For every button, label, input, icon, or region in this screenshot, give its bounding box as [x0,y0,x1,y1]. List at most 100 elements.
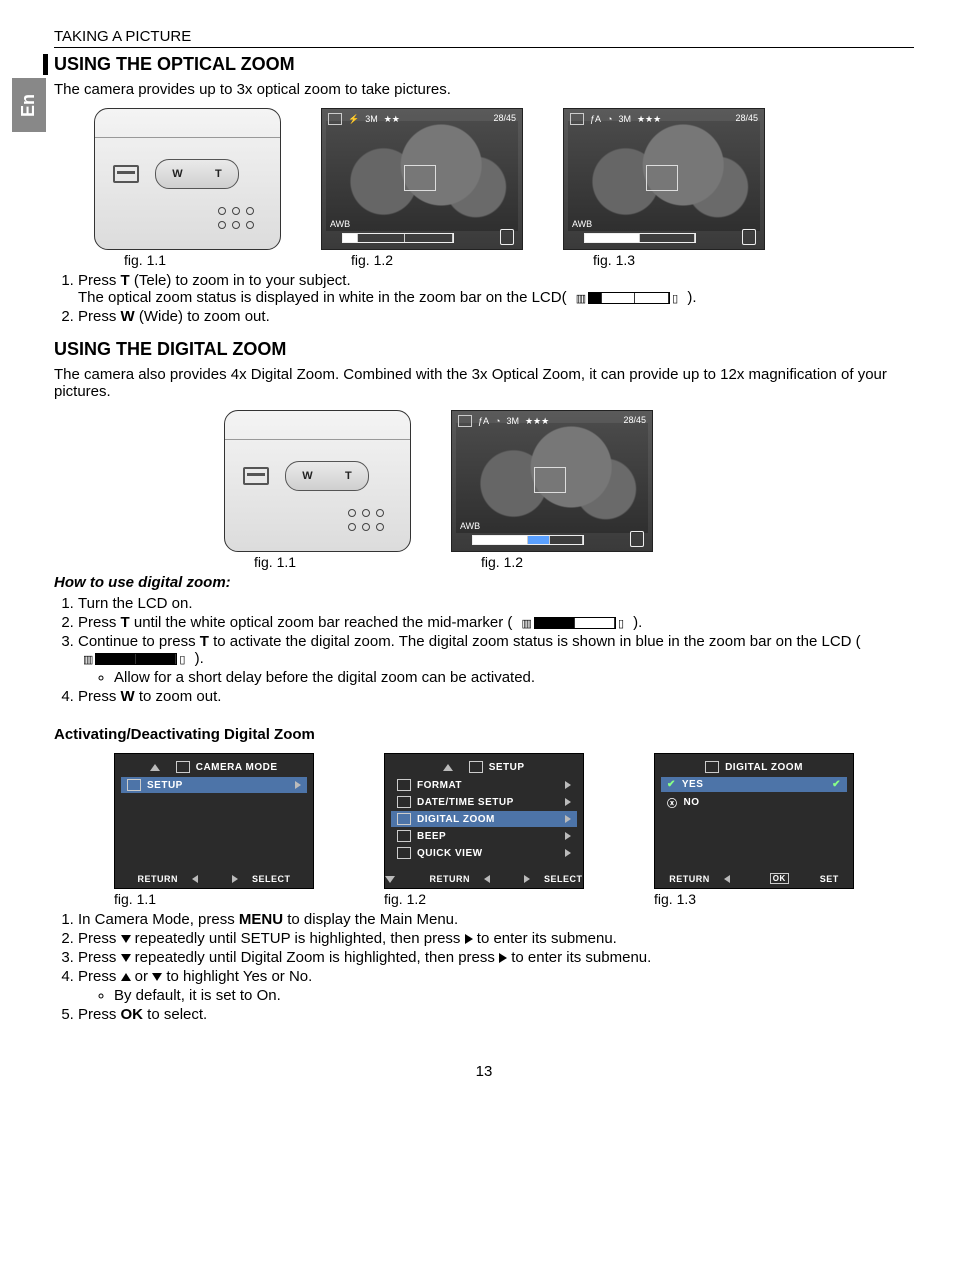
w-icon: ▥ [81,653,95,666]
right-arrow-icon [232,875,238,883]
list-item: Turn the LCD on. [78,595,914,612]
up-arrow-icon [443,764,453,771]
list-item: Press T until the white optical zoom bar… [78,614,914,631]
figure-row-2: WT fig. 1.1 ƒA◔3M★★★ 28/45 AWB fig. 1.2 [224,410,914,570]
menu-item-yes: ✔YES✔ [661,777,847,792]
howto-title: How to use digital zoom: [54,574,914,591]
down-arrow-icon [121,954,131,962]
zoom-bar [342,233,454,243]
chevron-right-icon [565,798,571,806]
section-intro: The camera also provides 4x Digital Zoom… [54,366,914,400]
camera-illustration: WT [94,108,281,250]
optical-zoom-steps: Press T (Tele) to zoom in to your subjec… [54,272,914,325]
camera-icon [328,113,342,125]
left-arrow-icon [724,875,730,883]
menu-figure-row: CAMERA MODE SETUP RETURN SELECT fig. 1.1… [114,753,914,907]
camera-icon [570,113,584,125]
menu-digital-zoom: DIGITAL ZOOM ✔YES✔ ⓧNO RETURN OK SET [654,753,854,889]
up-arrow-icon [121,973,131,981]
zoom-bar [584,233,696,243]
section-title-optical-zoom: USING THE OPTICAL ZOOM [43,54,914,75]
zoom-rocker: WT [155,159,239,189]
x-icon: ⓧ [667,795,678,810]
chevron-right-icon [565,815,571,823]
list-item: Press repeatedly until SETUP is highligh… [78,930,914,947]
lcd-preview: ⚡3M★★ 28/45 AWB [321,108,523,250]
figure-caption: fig. 1.1 [94,252,166,268]
camera-icon [176,761,190,773]
down-arrow-icon [385,876,395,883]
figure-caption: fig. 1.3 [654,891,696,907]
lcd-preview: ƒA◔3M★★★ 28/45 AWB [451,410,653,552]
list-item: Press repeatedly until Digital Zoom is h… [78,949,914,966]
lcd-preview: ƒA◔3M★★★ 28/45 AWB [563,108,765,250]
figure-caption: fig. 1.2 [384,891,426,907]
list-item: Press W to zoom out. [78,688,914,705]
check-icon: ✔ [832,779,841,790]
t-icon: ▯ [177,653,187,666]
zoom-bar [472,535,584,545]
t-icon: ▯ [670,292,680,305]
menu-item-datetime: DATE/TIME SETUP [391,794,577,810]
section-intro: The camera provides up to 3x optical zoo… [54,81,914,98]
down-arrow-icon [121,935,131,943]
figure-caption: fig. 1.3 [563,252,635,268]
left-arrow-icon [192,875,198,883]
chevron-right-icon [565,832,571,840]
list-item: By default, it is set to On. [114,987,914,1004]
chevron-right-icon [565,849,571,857]
menu-item-format: FORMAT [391,777,577,793]
figure-caption: fig. 1.1 [114,891,156,907]
page-header: TAKING A PICTURE [54,28,914,48]
menu-setup: SETUP FORMAT DATE/TIME SETUP DIGITAL ZOO… [384,753,584,889]
list-item: Press or to highlight Yes or No. By defa… [78,968,914,1004]
right-arrow-icon [524,875,530,883]
menu-camera-mode: CAMERA MODE SETUP RETURN SELECT [114,753,314,889]
w-icon: ▥ [574,292,588,305]
up-arrow-icon [150,764,160,771]
ok-icon: OK [770,873,789,884]
zoom-bar-inline: ▥▯ [520,617,626,630]
clock-icon [397,796,411,808]
battery-icon [630,531,644,547]
menu-item-no: ⓧNO [661,793,847,812]
activating-steps: In Camera Mode, press MENU to display th… [54,911,914,1023]
down-arrow-icon [152,973,162,981]
zoom-bar-inline: ▥▯ [574,292,680,305]
camera-icon [458,415,472,427]
check-icon: ✔ [667,779,676,790]
section-title-digital-zoom: USING THE DIGITAL ZOOM [54,339,914,360]
camera-illustration: WT [224,410,411,552]
figure-caption: fig. 1.2 [451,554,523,570]
chevron-right-icon [295,781,301,789]
chevron-right-icon [565,781,571,789]
zoom-icon [397,813,411,825]
digital-zoom-steps: Turn the LCD on. Press T until the white… [54,595,914,705]
menu-item-beep: BEEP [391,828,577,844]
quickview-icon [397,847,411,859]
battery-icon [500,229,514,245]
figure-caption: fig. 1.2 [321,252,393,268]
list-item: Press W (Wide) to zoom out. [78,308,914,325]
list-item: Allow for a short delay before the digit… [114,669,914,686]
format-icon [397,779,411,791]
list-item: Press T (Tele) to zoom in to your subjec… [78,272,914,306]
page-number: 13 [54,1063,914,1080]
left-arrow-icon [484,875,490,883]
zoom-rocker: WT [285,461,369,491]
list-item: In Camera Mode, press MENU to display th… [78,911,914,928]
w-icon: ▥ [520,617,534,630]
right-arrow-icon [499,953,507,963]
sound-icon [397,830,411,842]
list-item: Continue to press T to activate the digi… [78,633,914,686]
zoom-icon [705,761,719,773]
t-icon: ▯ [616,617,626,630]
menu-item-setup: SETUP [121,777,307,793]
setup-icon [469,761,483,773]
battery-icon [742,229,756,245]
language-tab: En [12,78,46,132]
setup-icon [127,779,141,791]
list-item: Press OK to select. [78,1006,914,1023]
menu-item-digital-zoom: DIGITAL ZOOM [391,811,577,827]
figure-caption: fig. 1.1 [224,554,296,570]
